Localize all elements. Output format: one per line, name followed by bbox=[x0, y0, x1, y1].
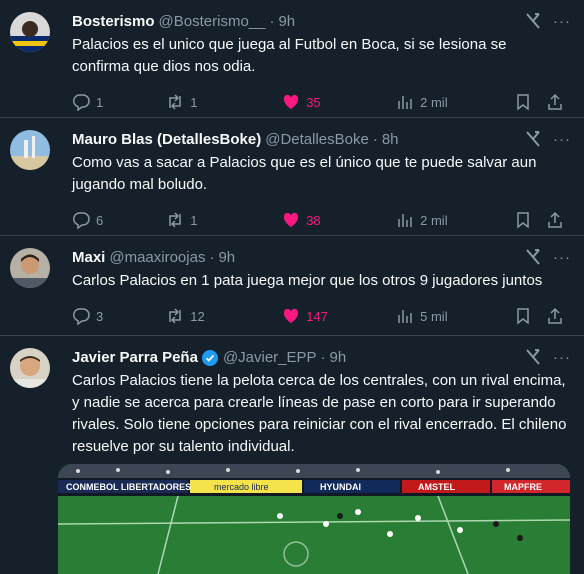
author-handle[interactable]: @Javier_EPP bbox=[223, 348, 317, 368]
reply-button[interactable]: 6 bbox=[72, 211, 166, 229]
tweet[interactable]: Mauro Blas (DetallesBoke) @DetallesBoke … bbox=[0, 118, 584, 236]
tweet[interactable]: Javier Parra Peña @Javier_EPP · 9h ··· C… bbox=[0, 336, 584, 574]
ad-conmebol: CONMEBOL LIBERTADORES bbox=[66, 482, 191, 492]
bookmark-icon bbox=[517, 212, 529, 229]
bookmark-icon bbox=[517, 94, 529, 111]
tweet-text: Palacios es el unico que juega al Futbol… bbox=[72, 36, 507, 75]
grok-icon[interactable] bbox=[524, 348, 542, 366]
like-count: 35 bbox=[306, 94, 321, 110]
share-icon bbox=[548, 307, 562, 324]
reply-count: 6 bbox=[96, 212, 104, 228]
author-name[interactable]: Javier Parra Peña bbox=[72, 348, 198, 368]
ad-mercado-libre: mercado libre bbox=[214, 482, 269, 492]
separator-dot: · bbox=[269, 13, 275, 30]
like-button[interactable]: 147 bbox=[282, 307, 396, 325]
heart-filled-icon bbox=[284, 212, 299, 227]
tweet-media-image[interactable]: CONMEBOL LIBERTADORES mercado libre HYUN… bbox=[58, 464, 570, 574]
share-button[interactable] bbox=[546, 211, 564, 229]
avatar[interactable] bbox=[10, 348, 50, 388]
like-button[interactable]: 38 bbox=[282, 211, 396, 229]
views-count: 2 mil bbox=[420, 94, 448, 110]
grok-icon[interactable] bbox=[524, 130, 542, 148]
bookmark-button[interactable] bbox=[514, 211, 532, 229]
retweet-button[interactable]: 12 bbox=[166, 307, 282, 325]
tweet[interactable]: Bosterismo @Bosterismo__ · 9h ··· Palaci… bbox=[0, 0, 584, 118]
retweet-count: 12 bbox=[190, 308, 205, 324]
ad-mapfre: MAPFRE bbox=[504, 482, 542, 492]
author-name[interactable]: Maxi bbox=[72, 248, 105, 268]
share-button[interactable] bbox=[546, 93, 564, 111]
separator-dot: · bbox=[320, 349, 326, 366]
heart-filled-icon bbox=[284, 308, 299, 323]
views-icon bbox=[398, 214, 412, 227]
ad-hyundai: HYUNDAI bbox=[320, 482, 361, 492]
avatar[interactable] bbox=[10, 248, 50, 288]
timestamp[interactable]: 9h bbox=[278, 12, 295, 32]
retweet-count: 1 bbox=[190, 212, 198, 228]
more-icon[interactable]: ··· bbox=[552, 348, 572, 368]
like-count: 38 bbox=[306, 212, 321, 228]
tweet[interactable]: Maxi @maaxiroojas · 9h ··· Carlos Palaci… bbox=[0, 236, 584, 336]
tweet-text: Carlos Palacios tiene la pelota cerca de… bbox=[72, 372, 567, 455]
author-handle[interactable]: @DetallesBoke bbox=[265, 130, 369, 150]
separator-dot: · bbox=[209, 249, 215, 266]
grok-icon[interactable] bbox=[524, 248, 542, 266]
action-bar: 3 12 147 5 mil bbox=[72, 296, 568, 336]
reply-icon bbox=[72, 308, 90, 325]
views-icon bbox=[398, 96, 412, 109]
reply-count: 1 bbox=[96, 94, 104, 110]
views-button[interactable]: 2 mil bbox=[396, 211, 514, 229]
timestamp[interactable]: 9h bbox=[218, 248, 235, 268]
avatar[interactable] bbox=[10, 130, 50, 170]
views-button[interactable]: 5 mil bbox=[396, 307, 514, 325]
share-button[interactable] bbox=[546, 307, 564, 325]
retweet-count: 1 bbox=[190, 94, 198, 110]
like-count: 147 bbox=[306, 308, 328, 324]
author-name[interactable]: Bosterismo bbox=[72, 12, 155, 32]
bookmark-button[interactable] bbox=[514, 93, 532, 111]
share-icon bbox=[548, 211, 562, 228]
retweet-icon bbox=[169, 308, 182, 324]
retweet-button[interactable]: 1 bbox=[166, 93, 282, 111]
timestamp[interactable]: 9h bbox=[330, 348, 347, 368]
more-icon[interactable]: ··· bbox=[552, 130, 572, 150]
tweet-text: Carlos Palacios en 1 pata juega mejor qu… bbox=[72, 272, 543, 289]
bookmark-icon bbox=[517, 308, 529, 325]
share-icon bbox=[548, 93, 562, 110]
bookmark-button[interactable] bbox=[514, 307, 532, 325]
retweet-icon bbox=[169, 94, 182, 110]
football-match-image: CONMEBOL LIBERTADORES mercado libre HYUN… bbox=[58, 464, 570, 574]
author-handle[interactable]: @maaxiroojas bbox=[109, 248, 205, 268]
more-icon[interactable]: ··· bbox=[552, 248, 572, 268]
views-icon bbox=[398, 310, 412, 323]
grok-icon[interactable] bbox=[524, 12, 542, 30]
action-bar: 1 1 35 2 mil bbox=[72, 82, 568, 122]
author-handle[interactable]: @Bosterismo__ bbox=[159, 12, 266, 32]
reply-icon bbox=[72, 212, 90, 229]
retweet-button[interactable]: 1 bbox=[166, 211, 282, 229]
ad-amstel: AMSTEL bbox=[418, 482, 456, 492]
reply-button[interactable]: 1 bbox=[72, 93, 166, 111]
heart-filled-icon bbox=[284, 94, 299, 109]
separator-dot: · bbox=[372, 131, 378, 148]
retweet-icon bbox=[169, 212, 182, 228]
verified-badge-icon bbox=[201, 350, 218, 366]
reply-icon bbox=[72, 94, 90, 111]
reply-count: 3 bbox=[96, 308, 104, 324]
reply-button[interactable]: 3 bbox=[72, 307, 166, 325]
avatar[interactable] bbox=[10, 12, 50, 52]
views-count: 5 mil bbox=[420, 308, 448, 324]
more-icon[interactable]: ··· bbox=[552, 12, 572, 32]
tweet-text: Como vas a sacar a Palacios que es el ún… bbox=[72, 154, 537, 193]
like-button[interactable]: 35 bbox=[282, 93, 396, 111]
timestamp[interactable]: 8h bbox=[382, 130, 399, 150]
views-button[interactable]: 2 mil bbox=[396, 93, 514, 111]
action-bar: 6 1 38 2 mil bbox=[72, 200, 568, 240]
views-count: 2 mil bbox=[420, 212, 448, 228]
author-name[interactable]: Mauro Blas (DetallesBoke) bbox=[72, 130, 261, 150]
